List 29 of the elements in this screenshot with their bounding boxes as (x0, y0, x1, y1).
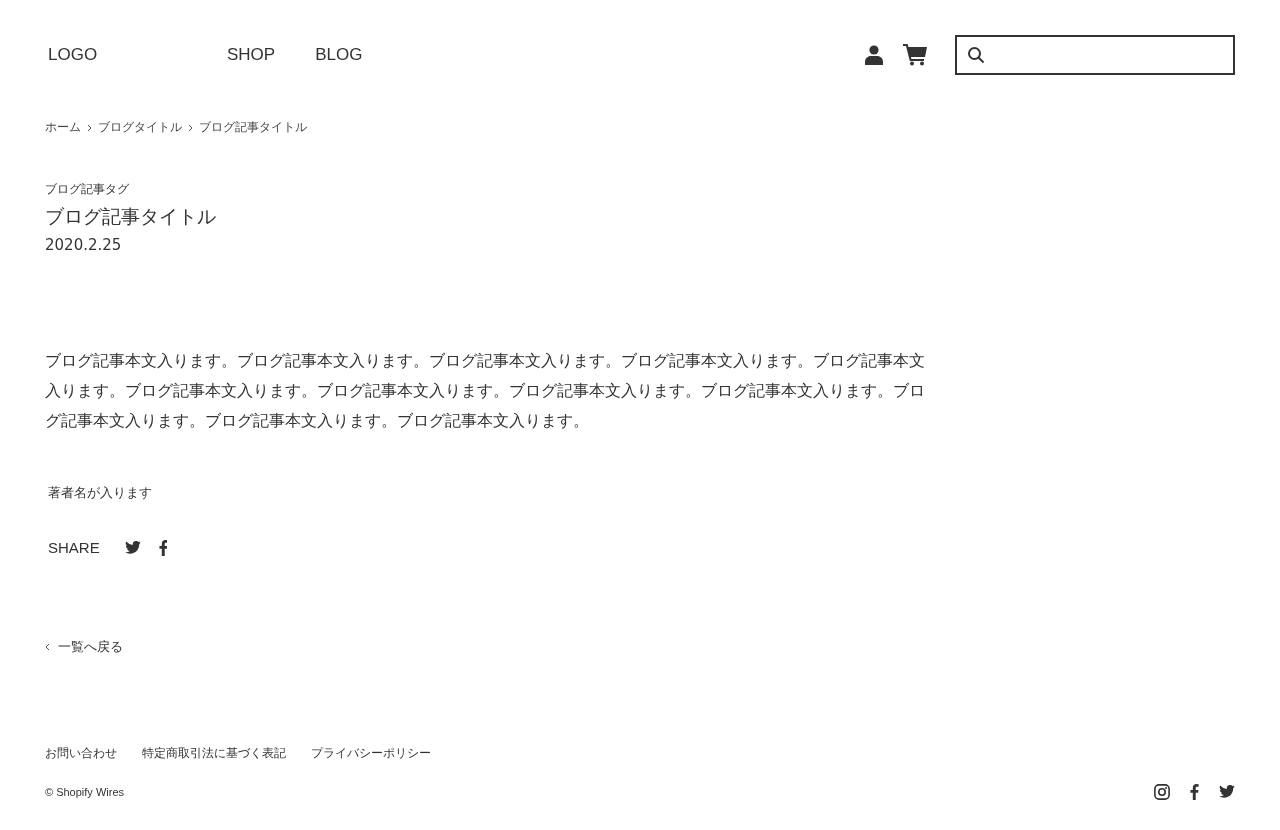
chevron-right-icon (87, 123, 92, 132)
logo[interactable]: LOGO (48, 45, 227, 65)
article-title: ブログ記事タイトル (45, 204, 217, 229)
chevron-right-icon (188, 123, 193, 132)
user-icon[interactable] (865, 45, 883, 65)
twitter-icon[interactable] (124, 540, 141, 555)
author-name: 著者名が入ります (48, 484, 153, 502)
breadcrumb-link[interactable]: ホーム (45, 119, 81, 136)
footer-link[interactable]: 特定商取引法に基づく表記 (142, 745, 286, 762)
search-field[interactable] (955, 35, 1235, 75)
twitter-icon[interactable] (1219, 785, 1235, 799)
nav-link[interactable]: SHOP (227, 45, 276, 65)
copyright: © Shopify Wires (45, 786, 124, 798)
breadcrumb-link[interactable]: ブログ記事タイトル (199, 119, 307, 136)
footer-link[interactable]: お問い合わせ (45, 745, 117, 762)
article-body: ブログ記事本文入ります。ブログ記事本文入ります。ブログ記事本文入ります。ブログ記事本文入ります。ブログ記事本文入ります。ブログ記事本文入ります。ブログ記事本文入ります。ブログ記事本文入ります。ブログ記事本文入ります。ブログ記事本文入ります。ブログ記事本文入ります。ブログ記事本文入ります。 (45, 351, 926, 432)
share-label: SHARE (48, 539, 100, 556)
breadcrumb-link[interactable]: ブログタイトル (98, 119, 182, 136)
instagram-icon[interactable] (1154, 784, 1171, 800)
cart-icon[interactable] (903, 44, 927, 66)
search-icon (967, 46, 985, 64)
footer-link[interactable]: プライバシーポリシー (311, 745, 431, 762)
nav-link[interactable]: BLOG (315, 45, 363, 65)
chevron-left-icon (45, 643, 50, 651)
back-link[interactable]: 一覧へ戻る (45, 638, 123, 656)
article-date: 2020.2.25 (45, 236, 123, 254)
facebook-icon[interactable] (158, 539, 168, 556)
facebook-icon[interactable] (1190, 784, 1199, 800)
article-tag[interactable]: ブログ記事タグ (45, 181, 1235, 198)
